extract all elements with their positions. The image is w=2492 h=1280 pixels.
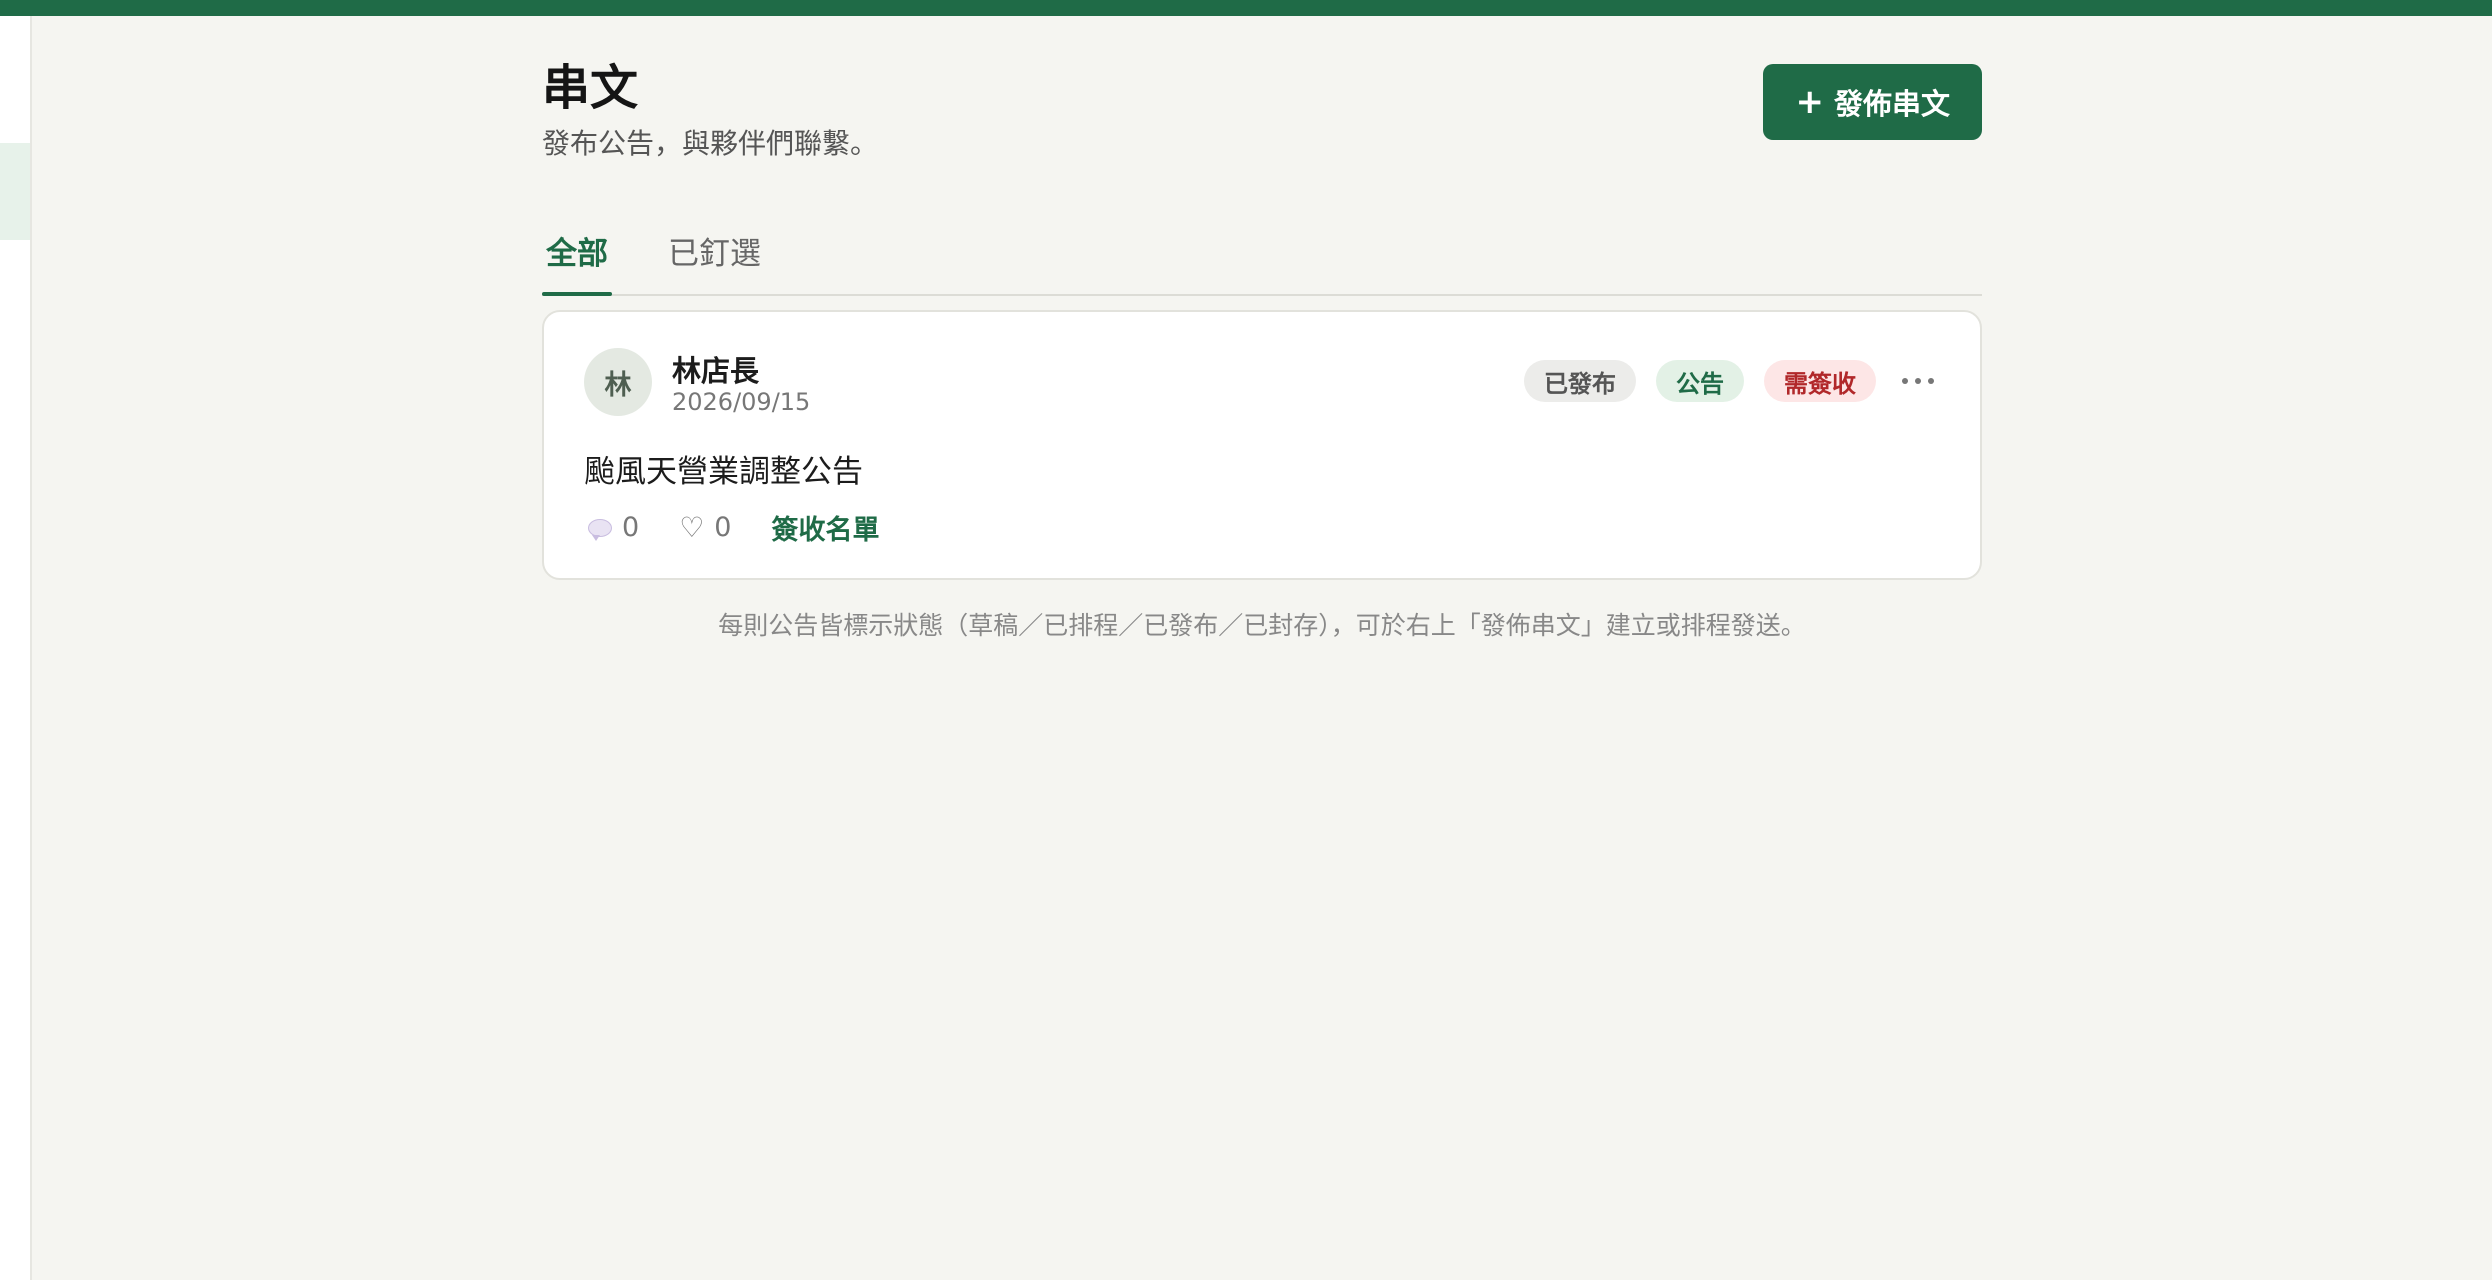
page-title: 串文 [542,60,639,116]
sidebar-active-item[interactable] [0,143,30,240]
post-date: 2026/09/15 [672,388,811,416]
comments-stat[interactable]: 0 [588,512,639,543]
top-accent-bar [0,0,2492,16]
sidebar [0,16,32,1280]
status-hint-text: 每則公告皆標示狀態（草稿／已排程／已發布／已封存），可於右上「發佈串文」建立或排… [718,611,1806,640]
comment-icon [588,518,612,541]
post-badges: 已發布 公告 需簽收 [1524,360,1940,402]
heart-icon: ♡ [679,511,705,544]
avatar: 林 [584,348,652,416]
post-footer: 0 ♡ 0 簽收名單 [588,508,879,547]
publish-post-label: 發佈串文 [1833,87,1950,121]
page-subtitle: 發布公告，與夥伴們聯繫。 [542,127,879,160]
publish-post-button[interactable]: + 發佈串文 [1763,64,1982,140]
signoff-list-link[interactable]: 簽收名單 [771,508,879,547]
tab-pinned[interactable]: 已釘選 [664,206,765,294]
more-options-icon[interactable] [1896,360,1940,402]
comments-count: 0 [622,512,640,543]
likes-count: 0 [714,512,732,543]
author-name: 林店長 [672,354,760,388]
post-card[interactable]: 林 林店長 2026/09/15 已發布 公告 需簽收 颱風天營業調整公告 0 … [542,310,1982,580]
post-body: 颱風天營業調整公告 [584,454,863,490]
tab-all[interactable]: 全部 [542,206,612,296]
plus-icon: + [1795,82,1824,122]
status-badge: 已發布 [1524,360,1636,402]
tab-bar: 全部 已釘選 [542,206,1982,296]
likes-stat[interactable]: ♡ 0 [679,511,731,544]
page-header: 串文 發布公告，與夥伴們聯繫。 + 發佈串文 [542,16,1982,186]
main-content: 串文 發布公告，與夥伴們聯繫。 + 發佈串文 全部 已釘選 林 林店長 2026… [542,16,1982,640]
type-badge: 公告 [1656,360,1744,402]
signoff-required-badge: 需簽收 [1764,360,1876,402]
